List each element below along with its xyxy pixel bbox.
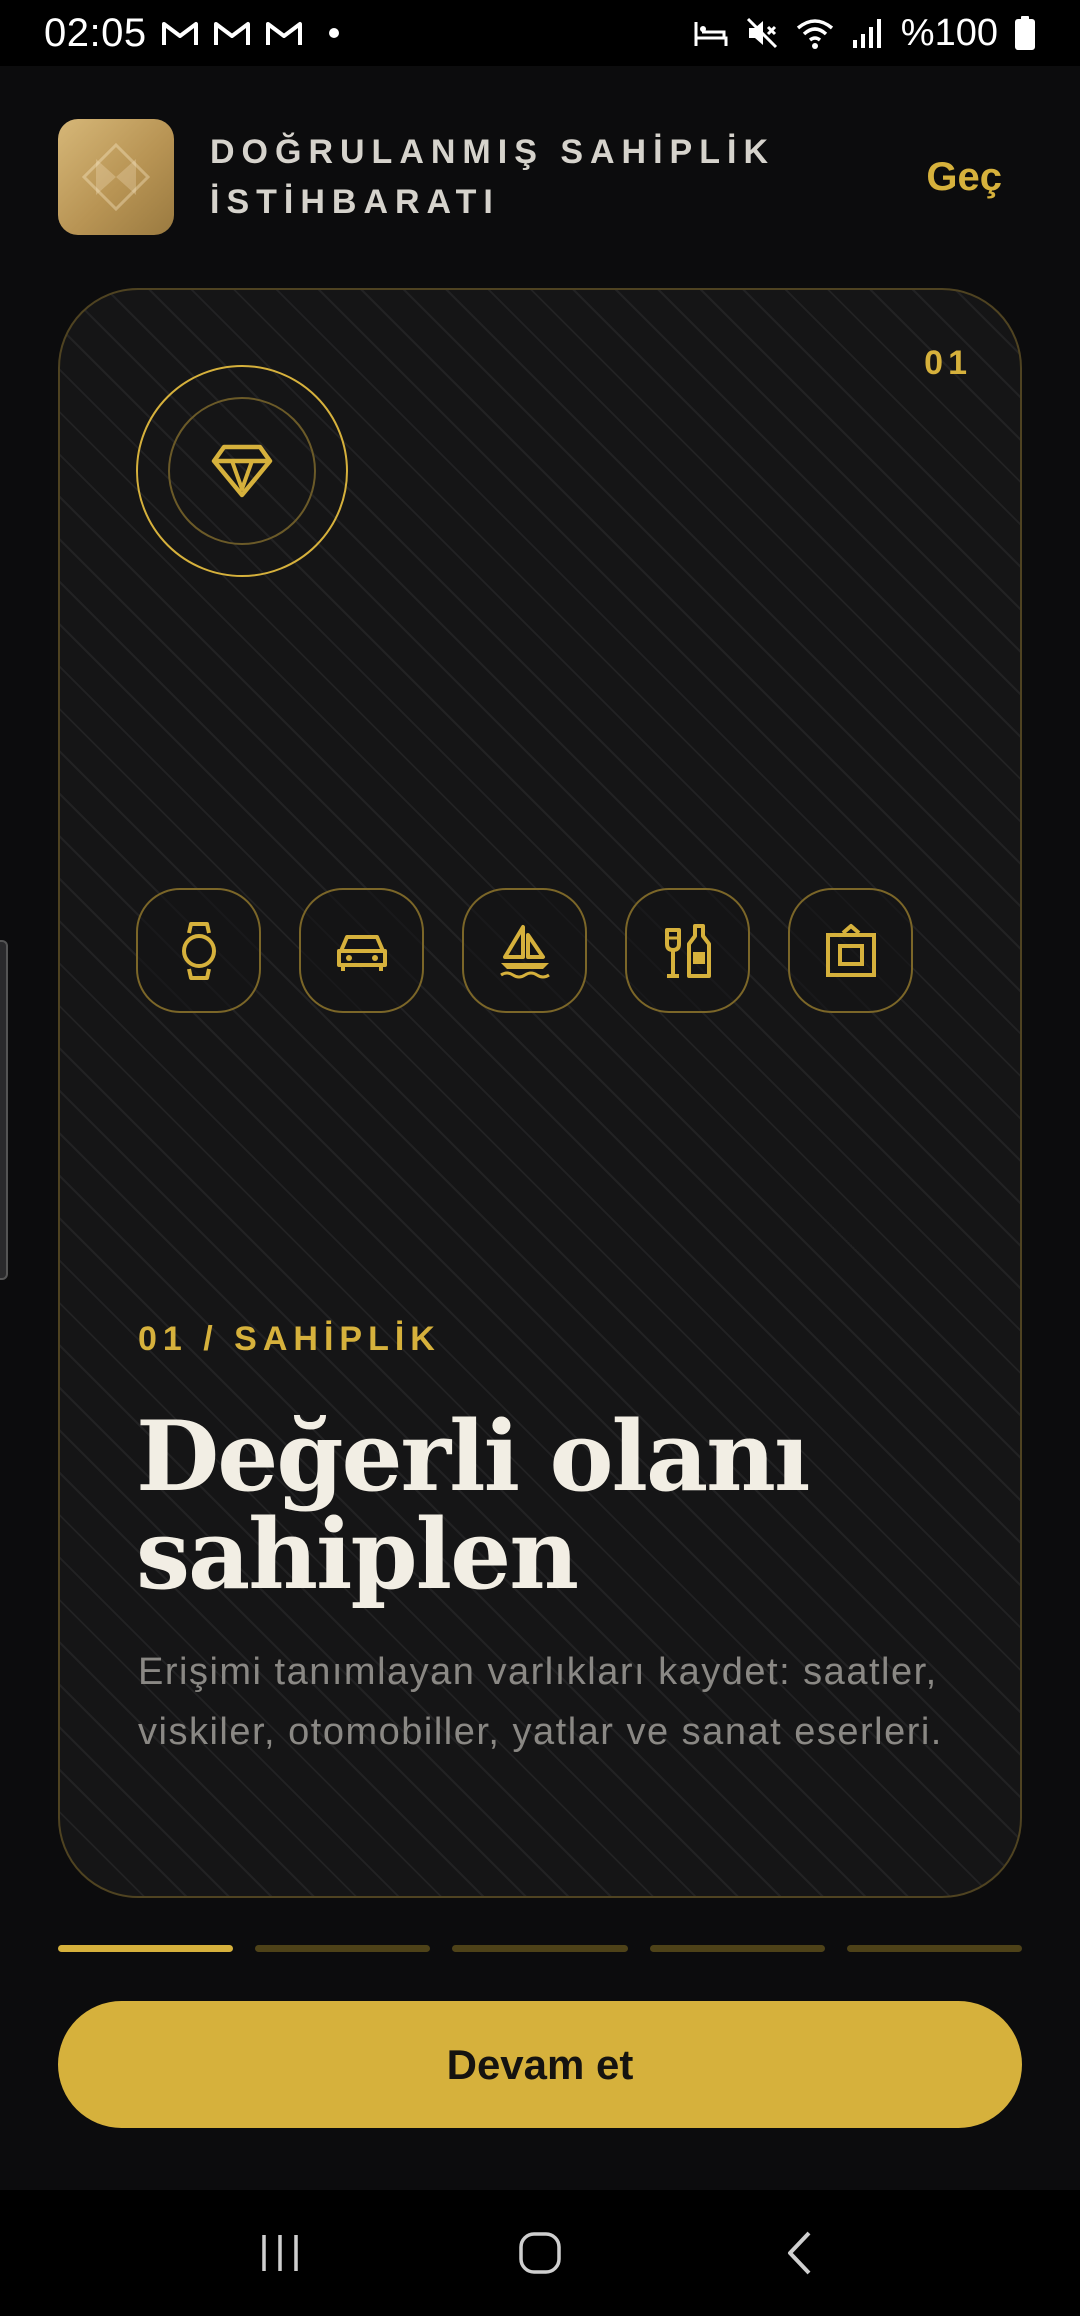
back-button[interactable] xyxy=(755,2208,845,2298)
sailboat-icon xyxy=(499,924,550,978)
progress-step xyxy=(649,1945,825,1952)
step-eyebrow: 01 / SAHİPLİK xyxy=(138,1320,441,1358)
battery-percent: %100 xyxy=(900,11,998,54)
category-row xyxy=(136,888,913,1013)
system-nav-bar xyxy=(0,2190,1080,2316)
continue-button[interactable]: Devam et xyxy=(58,2001,1022,2128)
header-title: DOĞRULANMIŞ SAHİPLİK İSTİHBARATI xyxy=(210,133,775,221)
diamond-icon xyxy=(211,444,273,498)
back-icon xyxy=(788,2231,811,2275)
alarm-bed-icon xyxy=(694,22,728,46)
status-time: 02:05 xyxy=(44,10,147,55)
gmail-icon xyxy=(213,22,250,45)
mute-icon xyxy=(746,17,777,49)
category-watch[interactable] xyxy=(136,888,261,1013)
category-art[interactable] xyxy=(788,888,913,1013)
progress-step xyxy=(846,1945,1023,1952)
card-description: Erişimi tanımlayan varlıkları kaydet: sa… xyxy=(138,1651,943,1753)
category-car[interactable] xyxy=(299,888,424,1013)
watch-icon xyxy=(181,921,216,980)
status-bar: 02:05 %100 xyxy=(0,0,1080,66)
battery-icon xyxy=(1015,16,1035,50)
recent-apps-button[interactable] xyxy=(235,2208,325,2298)
wifi-icon xyxy=(796,19,833,49)
header: DOĞRULANMIŞ SAHİPLİK İSTİHBARATI Geç xyxy=(58,118,1022,236)
home-icon xyxy=(519,2232,561,2274)
onboarding-card: 01 01 / SAHİPLİK Değerli olanı sahiplen … xyxy=(58,288,1022,1898)
progress-indicator xyxy=(58,1945,1023,1952)
home-button[interactable] xyxy=(495,2208,585,2298)
recent-apps-icon xyxy=(262,2235,298,2271)
edge-panel-handle[interactable] xyxy=(0,940,8,1280)
artwork-frame-icon xyxy=(825,923,876,977)
bottles-icon xyxy=(664,923,711,978)
gem-badge xyxy=(136,365,348,577)
category-yacht[interactable] xyxy=(462,888,587,1013)
progress-step xyxy=(58,1945,234,1952)
gmail-icon xyxy=(161,22,198,45)
gmail-icon xyxy=(265,22,302,45)
progress-step xyxy=(452,1945,628,1952)
category-spirits[interactable] xyxy=(625,888,750,1013)
signal-icon xyxy=(852,19,881,48)
skip-button[interactable]: Geç xyxy=(916,145,1022,210)
car-icon xyxy=(336,934,387,971)
card-headline: Değerli olanı sahiplen xyxy=(136,1400,810,1611)
card-number: 01 xyxy=(924,344,972,382)
app-logo-icon xyxy=(58,119,174,235)
progress-step xyxy=(255,1945,431,1952)
notification-dot xyxy=(328,28,339,38)
gem-badge-inner xyxy=(168,397,316,545)
